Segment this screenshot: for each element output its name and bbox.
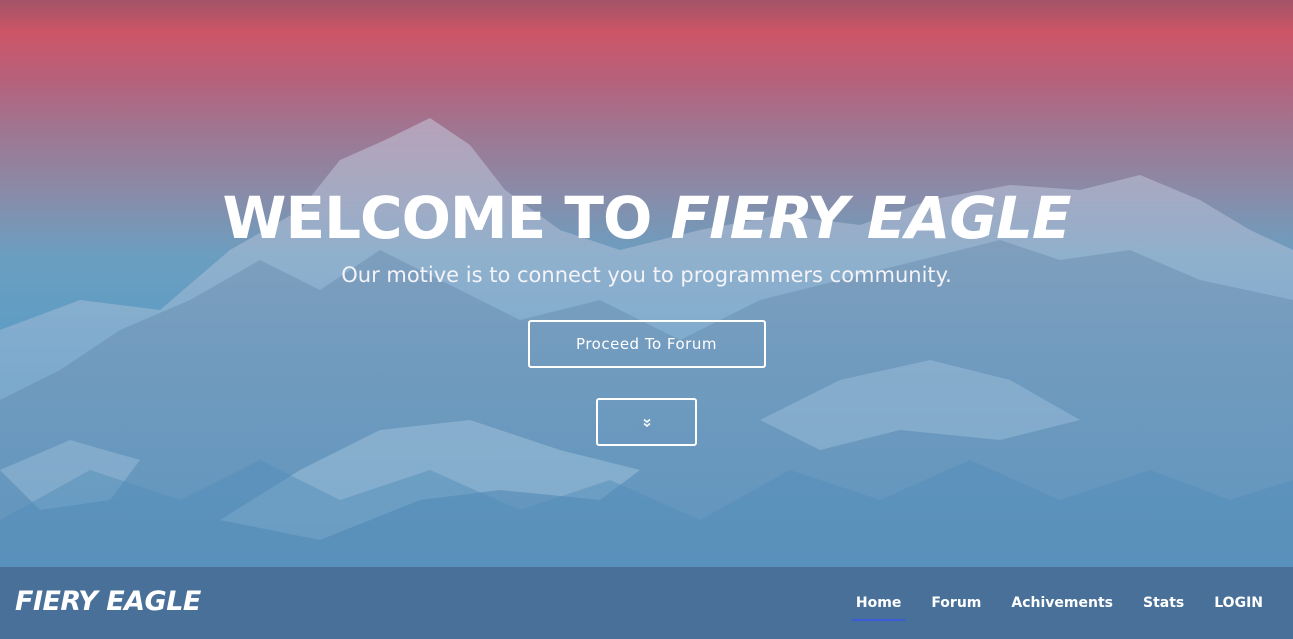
nav-link-forum[interactable]: Forum (931, 593, 981, 613)
navbar-brand-logo[interactable]: FIERY EAGLE (15, 585, 201, 619)
chevrons-down-icon (642, 418, 651, 427)
nav-link-achievements[interactable]: Achivements (1011, 593, 1113, 613)
welcome-title-prefix: WELCOME TO (222, 184, 671, 252)
nav-links: Home Forum Achivements Stats LOGIN (851, 593, 1263, 621)
welcome-title-brand: FIERY EAGLE (670, 184, 1071, 252)
hero-content: WELCOME TO FIERY EAGLE Our motive is to … (0, 180, 1293, 446)
hero-section: WELCOME TO FIERY EAGLE Our motive is to … (0, 0, 1293, 639)
proceed-to-forum-button[interactable]: Proceed To Forum (527, 320, 766, 368)
navbar: FIERY EAGLE Home Forum Achivements Stats… (0, 567, 1293, 639)
welcome-title: WELCOME TO FIERY EAGLE (0, 180, 1293, 256)
hero-subtitle: Our motive is to connect you to programm… (341, 263, 952, 287)
nav-link-stats[interactable]: Stats (1143, 593, 1184, 613)
scroll-down-button[interactable] (596, 398, 697, 446)
nav-link-home[interactable]: Home (851, 593, 906, 621)
nav-link-login[interactable]: LOGIN (1214, 593, 1263, 613)
